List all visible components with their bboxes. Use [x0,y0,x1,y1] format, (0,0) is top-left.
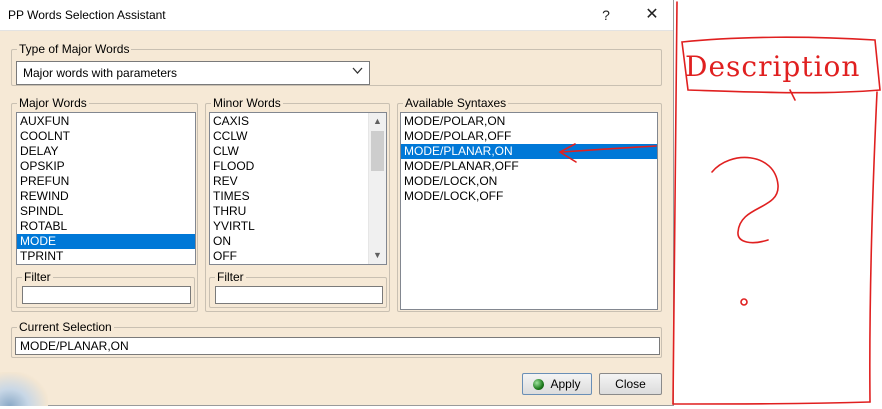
pp-words-dialog: PP Words Selection Assistant ? ✕ Type of… [0,0,674,406]
annotation-tick [789,89,796,101]
syntax-item[interactable]: MODE/POLAR,ON [401,114,657,129]
major-words-list[interactable]: AUXFUN COOLNT DELAY OPSKIP PREFUN REWIND SPIND… [16,112,196,265]
major-filter-legend: Filter [22,270,53,284]
major-word-item[interactable]: ROTABL [17,219,195,234]
major-word-type-dropdown[interactable]: Major words with parameters [16,61,370,85]
minor-word-item[interactable]: FLOOD [210,159,386,174]
minor-words-scrollbar[interactable]: ▲ ▼ [368,113,386,264]
available-syntaxes-list[interactable]: MODE/POLAR,ON MODE/POLAR,OFF MODE/PLANAR,O… [400,112,658,310]
major-word-item[interactable]: OPSKIP [17,159,195,174]
syntax-item[interactable]: MODE/LOCK,ON [401,174,657,189]
question-mark-dot [740,298,748,306]
major-word-item[interactable]: DELAY [17,144,195,159]
decorative-graphic [0,372,48,406]
major-word-item[interactable]: REWIND [17,189,195,204]
apply-label: Apply [550,377,581,391]
title-bar: PP Words Selection Assistant ? ✕ [0,0,673,31]
minor-words-list[interactable]: CAXIS CCLW CLW FLOOD REV TIMES THRU YVIRTL ON OFF… [209,112,387,265]
minor-word-item[interactable]: CCLW [210,129,386,144]
minor-words-legend: Minor Words [211,96,283,110]
major-word-item[interactable]: TPRINT [17,249,195,264]
current-selection-legend: Current Selection [17,320,114,334]
major-words-legend: Major Words [17,96,89,110]
annotation-line-right [869,91,878,403]
apply-button[interactable]: Apply [522,373,592,395]
minor-word-item[interactable]: OFF [210,249,386,264]
available-syntaxes-legend: Available Syntaxes [403,96,509,110]
minor-word-item[interactable]: YVIRTL [210,219,386,234]
major-word-item[interactable]: MODE [17,234,195,249]
close-window-button[interactable]: ✕ [634,0,670,30]
major-word-item[interactable]: SPINDL [17,204,195,219]
close-button[interactable]: Close [599,373,662,395]
annotation-line-bottom [672,401,871,405]
major-word-type-value: Major words with parameters [23,66,178,80]
major-word-item[interactable]: COOLNT [17,129,195,144]
green-ball-icon [533,379,545,390]
current-selection-field[interactable]: MODE/PLANAR,ON [15,337,660,355]
minor-word-item[interactable]: CAXIS [210,114,386,129]
help-button[interactable]: ? [588,0,624,30]
scroll-thumb[interactable] [371,131,384,171]
minor-word-item[interactable]: THRU [210,204,386,219]
minor-words-filter-input[interactable] [215,286,383,304]
major-word-item[interactable]: PREFUN [17,174,195,189]
window-title: PP Words Selection Assistant [8,8,166,22]
arrow-down-icon[interactable]: ▼ [369,247,386,264]
minor-word-item[interactable]: CLW [210,144,386,159]
major-words-filter-input[interactable] [22,286,191,304]
minor-word-item[interactable]: REV [210,174,386,189]
syntax-item[interactable]: MODE/POLAR,OFF [401,129,657,144]
syntax-item[interactable]: MODE/LOCK,OFF [401,189,657,204]
minor-word-item[interactable]: ON [210,234,386,249]
description-annotation: Description [685,50,861,83]
minor-filter-legend: Filter [215,270,246,284]
type-of-major-words-legend: Type of Major Words [17,42,132,56]
major-word-item[interactable]: AUXFUN [17,114,195,129]
minor-word-item[interactable]: TIMES [210,189,386,204]
question-mark-annotation [711,156,779,244]
syntax-item[interactable]: MODE/PLANAR,ON [401,144,657,159]
arrow-up-icon[interactable]: ▲ [369,113,386,130]
chevron-down-icon [352,65,363,79]
syntax-item[interactable]: MODE/PLANAR,OFF [401,159,657,174]
